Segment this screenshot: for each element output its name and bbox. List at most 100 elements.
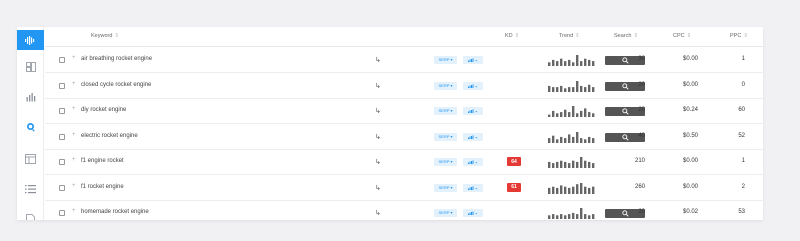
subkeyword-arrow-icon[interactable]: ↳ bbox=[375, 107, 381, 115]
row-checkbox[interactable] bbox=[59, 184, 65, 191]
col-ppc[interactable]: PPC ⇕ bbox=[730, 33, 748, 39]
search-volume: 210 bbox=[634, 158, 645, 164]
trend-chart-button[interactable]: ▾ bbox=[463, 209, 483, 217]
ppc-value: 2 bbox=[741, 183, 745, 190]
trend-bar bbox=[556, 138, 559, 143]
row-checkbox[interactable] bbox=[59, 133, 65, 140]
rail-button-keyword-finder[interactable] bbox=[17, 30, 44, 50]
site-profiler-icon bbox=[25, 154, 36, 164]
keyword-text[interactable]: f1 engine rocket bbox=[81, 158, 124, 164]
keyword-text[interactable]: electric rocket engine bbox=[81, 133, 138, 139]
serp-button[interactable]: SERP ▾ bbox=[434, 183, 457, 192]
serp-button[interactable]: SERP ▾ bbox=[434, 81, 457, 90]
trend-chart-button[interactable]: ▾ bbox=[463, 56, 483, 64]
add-to-list-icon[interactable]: + bbox=[72, 183, 76, 189]
col-keyword[interactable]: Keyword ⇕ bbox=[91, 33, 119, 39]
keyword-table: Keyword ⇕ KD ⇕ Trend ⇕ Search ⇕ CPC ⇕ PPC ⇕ + a… bbox=[45, 27, 763, 220]
rail-button-serp-watcher[interactable] bbox=[17, 87, 44, 107]
rail-button-site-profiler[interactable] bbox=[17, 149, 44, 169]
row-checkbox[interactable] bbox=[59, 210, 65, 216]
keyword-text[interactable]: f1 rocket engine bbox=[81, 184, 124, 190]
serp-button[interactable]: SERP ▾ bbox=[434, 158, 457, 166]
add-to-list-icon[interactable]: + bbox=[72, 106, 76, 112]
serp-button[interactable]: SERP ▾ bbox=[434, 132, 457, 141]
trend-bar bbox=[592, 61, 595, 66]
rail-button-serp-checker[interactable] bbox=[17, 57, 44, 77]
trend-chart-button[interactable]: ▾ bbox=[463, 132, 483, 141]
trend-bar bbox=[564, 61, 567, 66]
serp-button[interactable]: SERP ▾ bbox=[434, 107, 457, 115]
trend-bar bbox=[576, 80, 579, 92]
subkeyword-arrow-icon[interactable]: ↳ bbox=[375, 209, 381, 217]
search-volume: 260 bbox=[634, 183, 645, 190]
col-kd[interactable]: KD ⇕ bbox=[505, 33, 519, 39]
cpc-value: $0.00 bbox=[682, 158, 698, 164]
rail-button-lists[interactable] bbox=[17, 179, 44, 199]
trend-bar bbox=[556, 187, 559, 194]
trend-chart-button[interactable]: ▾ bbox=[463, 81, 483, 90]
trend-bar bbox=[588, 84, 591, 92]
row-checkbox[interactable] bbox=[59, 57, 65, 63]
keyword-finder-icon bbox=[25, 35, 36, 45]
trend-bar bbox=[552, 214, 555, 219]
col-cpc[interactable]: CPC ⇕ bbox=[673, 33, 691, 39]
rail-button-document[interactable] bbox=[17, 209, 44, 220]
keyword-text[interactable]: diy rocket engine bbox=[81, 107, 126, 113]
svg-text:▾: ▾ bbox=[476, 84, 478, 88]
row-checkbox[interactable] bbox=[59, 82, 65, 89]
trend-bar bbox=[576, 55, 579, 66]
table-row: + closed cycle rocket engine ↳ SERP ▾ ▾ 20 $0.… bbox=[45, 74, 763, 99]
add-to-list-icon[interactable]: + bbox=[72, 157, 76, 163]
svg-text:▾: ▾ bbox=[476, 110, 478, 114]
keyword-text[interactable]: air breathing rocket engine bbox=[81, 56, 152, 62]
trend-bar bbox=[588, 161, 591, 168]
serp-button[interactable]: SERP ▾ bbox=[434, 56, 457, 64]
trend-bar bbox=[548, 215, 551, 219]
serp-checker-icon bbox=[25, 62, 36, 72]
search-volume: 30 bbox=[638, 56, 645, 62]
trend-bar bbox=[576, 183, 579, 194]
trend-bar bbox=[560, 214, 563, 219]
subkeyword-arrow-icon[interactable]: ↳ bbox=[375, 184, 381, 192]
trend-bar bbox=[592, 163, 595, 168]
trend-bar bbox=[568, 187, 571, 194]
trend-bar bbox=[588, 187, 591, 194]
keyword-text[interactable]: closed cycle rocket engine bbox=[81, 82, 151, 88]
serp-watcher-icon bbox=[26, 92, 36, 102]
keyword-text[interactable]: homemade rocket engine bbox=[81, 209, 149, 215]
trend-bar bbox=[580, 208, 583, 219]
add-to-list-icon[interactable]: + bbox=[72, 81, 76, 87]
subkeyword-arrow-icon[interactable]: ↳ bbox=[375, 82, 381, 90]
serp-button[interactable]: SERP ▾ bbox=[434, 209, 457, 217]
trend-bar bbox=[576, 131, 579, 143]
subkeyword-arrow-icon[interactable]: ↳ bbox=[375, 56, 381, 64]
add-to-list-icon[interactable]: + bbox=[72, 208, 76, 214]
trend-bar bbox=[580, 182, 583, 194]
trend-chart-button[interactable]: ▾ bbox=[463, 183, 483, 192]
add-to-list-icon[interactable]: + bbox=[72, 55, 76, 61]
trend-bar bbox=[580, 110, 583, 117]
document-icon bbox=[26, 214, 35, 220]
rail-button-link-miner[interactable] bbox=[17, 117, 44, 137]
trend-chart-button[interactable]: ▾ bbox=[463, 158, 483, 166]
trend-bar bbox=[552, 110, 555, 117]
row-checkbox[interactable] bbox=[59, 159, 65, 165]
add-to-list-icon[interactable]: + bbox=[72, 132, 76, 138]
trend-bar bbox=[548, 114, 551, 117]
trend-bar bbox=[564, 186, 567, 194]
tool-sidebar bbox=[17, 27, 44, 220]
kd-badge[interactable]: 61 bbox=[507, 182, 521, 192]
subkeyword-arrow-icon[interactable]: ↳ bbox=[375, 133, 381, 141]
subkeyword-arrow-icon[interactable]: ↳ bbox=[375, 158, 381, 166]
trend-bar bbox=[552, 86, 555, 92]
col-search[interactable]: Search ⇕ bbox=[614, 33, 638, 39]
kd-badge[interactable]: 64 bbox=[507, 157, 521, 166]
row-checkbox[interactable] bbox=[59, 108, 65, 114]
trend-bar bbox=[552, 163, 555, 168]
col-trend[interactable]: Trend ⇕ bbox=[559, 33, 580, 39]
table-row: + diy rocket engine ↳ SERP ▾ ▾ 20 $0.24 60 bbox=[45, 99, 763, 124]
trend-bar bbox=[584, 58, 587, 66]
trend-sparkline bbox=[548, 208, 595, 219]
trend-bar bbox=[560, 112, 563, 117]
trend-chart-button[interactable]: ▾ bbox=[463, 107, 483, 115]
